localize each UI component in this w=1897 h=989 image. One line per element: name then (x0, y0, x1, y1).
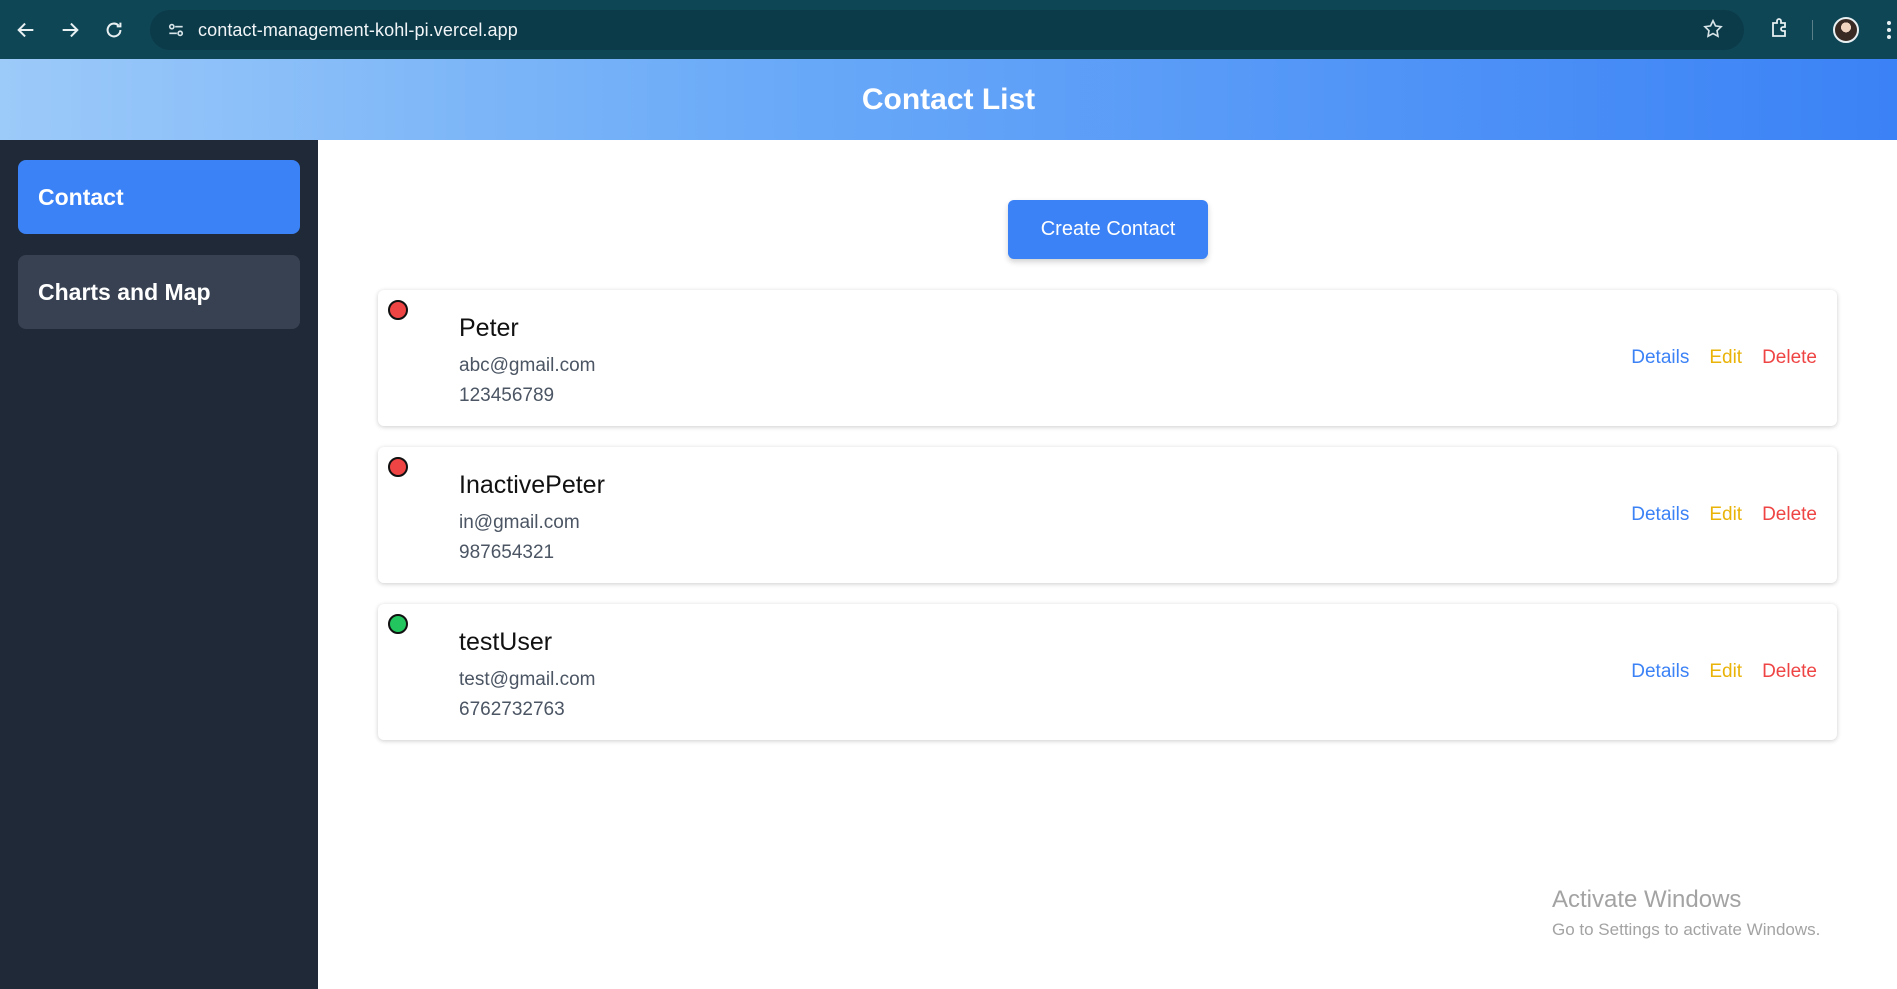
status-dot-icon (388, 300, 408, 320)
contact-email: in@gmail.com (459, 512, 580, 533)
status-dot-icon (388, 614, 408, 634)
edit-link[interactable]: Edit (1709, 504, 1742, 526)
app-header: Contact List (0, 59, 1897, 140)
reload-icon[interactable] (92, 8, 136, 52)
contact-email: test@gmail.com (459, 669, 596, 690)
address-bar[interactable]: contact-management-kohl-pi.vercel.app (150, 10, 1744, 50)
contact-card: InactivePeter in@gmail.com 987654321 Det… (378, 447, 1837, 583)
forward-arrow-icon[interactable] (48, 8, 92, 52)
page-title: Contact List (861, 82, 1036, 116)
extensions-icon[interactable] (1767, 16, 1793, 42)
more-menu-icon[interactable] (1882, 16, 1896, 44)
contact-name: testUser (459, 628, 553, 656)
details-link[interactable]: Details (1631, 347, 1689, 369)
contact-phone: 6762732763 (459, 699, 565, 720)
sidebar-item-charts-and-map[interactable]: Charts and Map (18, 255, 300, 329)
site-settings-icon[interactable] (164, 18, 188, 42)
contact-phone: 123456789 (459, 385, 555, 406)
delete-link[interactable]: Delete (1762, 661, 1817, 683)
watermark-title: Activate Windows (1552, 886, 1742, 913)
browser-toolbar: contact-management-kohl-pi.vercel.app (0, 0, 1897, 59)
contact-list: Peter abc@gmail.com 123456789 Details Ed… (378, 290, 1837, 761)
status-dot-icon (388, 457, 408, 477)
contact-card: Peter abc@gmail.com 123456789 Details Ed… (378, 290, 1837, 426)
profile-avatar[interactable] (1833, 17, 1859, 43)
contact-name: Peter (459, 314, 519, 342)
url-text[interactable]: contact-management-kohl-pi.vercel.app (198, 20, 518, 41)
delete-link[interactable]: Delete (1762, 347, 1817, 369)
details-link[interactable]: Details (1631, 661, 1689, 683)
activation-watermark: Activate Windows Go to Settings to activ… (1552, 886, 1820, 940)
contact-info: testUser test@gmail.com 6762732763 (459, 628, 596, 725)
delete-link[interactable]: Delete (1762, 504, 1817, 526)
watermark-subtitle: Go to Settings to activate Windows. (1552, 920, 1821, 939)
contact-actions: Details Edit Delete (1631, 447, 1817, 583)
back-arrow-icon[interactable] (4, 8, 48, 52)
contact-actions: Details Edit Delete (1631, 604, 1817, 740)
details-link[interactable]: Details (1631, 504, 1689, 526)
main-content: Create Contact Peter abc@gmail.com 12345… (318, 140, 1897, 989)
sidebar: Contact Charts and Map (0, 140, 318, 989)
contact-card: testUser test@gmail.com 6762732763 Detai… (378, 604, 1837, 740)
toolbar-divider (1812, 20, 1813, 40)
contact-phone: 987654321 (459, 542, 555, 563)
create-contact-button[interactable]: Create Contact (1008, 200, 1208, 259)
contact-name: InactivePeter (459, 471, 605, 499)
contact-info: InactivePeter in@gmail.com 987654321 (459, 471, 605, 568)
edit-link[interactable]: Edit (1709, 347, 1742, 369)
contact-actions: Details Edit Delete (1631, 290, 1817, 426)
sidebar-item-contact[interactable]: Contact (18, 160, 300, 234)
edit-link[interactable]: Edit (1709, 661, 1742, 683)
contact-email: abc@gmail.com (459, 355, 596, 376)
contact-info: Peter abc@gmail.com 123456789 (459, 314, 596, 411)
bookmark-star-icon[interactable] (1702, 18, 1726, 42)
